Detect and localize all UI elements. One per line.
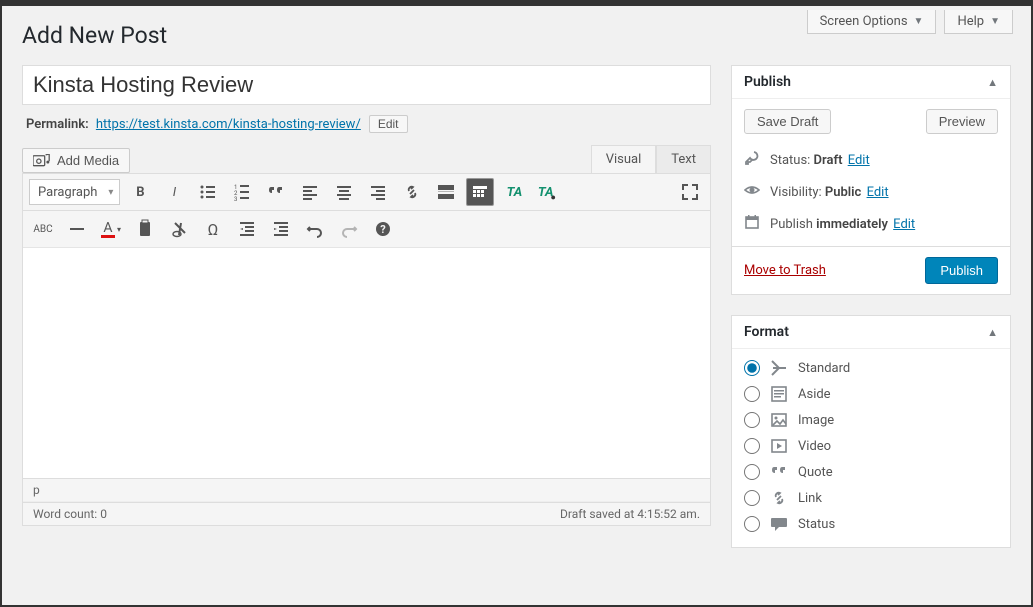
- move-to-trash-link[interactable]: Move to Trash: [744, 263, 826, 278]
- redo-button[interactable]: [335, 215, 363, 243]
- keyboard-help-button[interactable]: ?: [369, 215, 397, 243]
- text-color-button[interactable]: A▾: [97, 215, 125, 243]
- blockquote-button[interactable]: [262, 178, 290, 206]
- format-option-status[interactable]: Status: [744, 511, 998, 537]
- format-label: Aside: [798, 387, 831, 402]
- screen-options-label: Screen Options: [820, 14, 908, 29]
- format-radio-aside[interactable]: [744, 386, 760, 402]
- fullscreen-button[interactable]: [676, 178, 704, 206]
- draft-saved: Draft saved at 4:15:52 am.: [550, 503, 710, 525]
- link-button[interactable]: [398, 178, 426, 206]
- format-radio-video[interactable]: [744, 438, 760, 454]
- format-radio-image[interactable]: [744, 412, 760, 428]
- paste-text-button[interactable]: [131, 215, 159, 243]
- align-left-button[interactable]: [296, 178, 324, 206]
- calendar-icon: [744, 214, 760, 234]
- svg-text:3: 3: [234, 196, 237, 202]
- editor-path: p: [23, 479, 710, 502]
- indent-button[interactable]: [267, 215, 295, 243]
- undo-button[interactable]: [301, 215, 329, 243]
- hr-button[interactable]: [63, 215, 91, 243]
- bullet-list-button[interactable]: [194, 178, 222, 206]
- format-select[interactable]: Paragraph: [29, 179, 120, 205]
- italic-button[interactable]: I: [160, 178, 188, 206]
- visibility-edit-link[interactable]: Edit: [867, 185, 889, 200]
- format-option-image[interactable]: Image: [744, 407, 998, 433]
- format-label: Image: [798, 413, 834, 428]
- help-tab[interactable]: Help ▼: [944, 10, 1013, 34]
- format-box-title: Format: [744, 324, 789, 340]
- format-box: Format ▲ Standard Aside Image Video Quote Lin…: [731, 315, 1011, 548]
- svg-text:?: ?: [380, 223, 386, 236]
- permalink-edit-button[interactable]: Edit: [369, 115, 408, 133]
- image-icon: [770, 411, 788, 429]
- toolbar-toggle-button[interactable]: [466, 178, 494, 206]
- format-option-quote[interactable]: Quote: [744, 459, 998, 485]
- format-option-video[interactable]: Video: [744, 433, 998, 459]
- permalink-url[interactable]: https://test.kinsta.com/kinsta-hosting-r…: [96, 117, 361, 132]
- special-char-button[interactable]: Ω: [199, 215, 227, 243]
- publish-box-header[interactable]: Publish ▲: [732, 66, 1010, 99]
- format-label: Link: [798, 491, 822, 506]
- format-option-standard[interactable]: Standard: [744, 355, 998, 381]
- video-icon: [770, 437, 788, 455]
- thrive-a-plus-button[interactable]: TA●: [534, 178, 562, 206]
- standard-icon: [770, 359, 788, 377]
- add-media-label: Add Media: [57, 153, 119, 168]
- triangle-up-icon: ▲: [987, 326, 998, 339]
- preview-button[interactable]: Preview: [926, 109, 998, 134]
- format-radio-link[interactable]: [744, 490, 760, 506]
- clear-formatting-button[interactable]: [165, 215, 193, 243]
- word-count: Word count: 0: [23, 503, 117, 525]
- bold-button[interactable]: B: [126, 178, 154, 206]
- link-icon: [770, 489, 788, 507]
- align-center-button[interactable]: [330, 178, 358, 206]
- screen-options-tab[interactable]: Screen Options ▼: [807, 10, 937, 34]
- triangle-up-icon: ▲: [987, 76, 998, 89]
- editor-toolbar-row1: Paragraph B I 123 TA TA●: [23, 174, 710, 211]
- format-label: Video: [798, 439, 831, 454]
- tab-text[interactable]: Text: [656, 145, 711, 173]
- help-label: Help: [957, 14, 984, 29]
- outdent-button[interactable]: [233, 215, 261, 243]
- format-radio-standard[interactable]: [744, 360, 760, 376]
- save-draft-button[interactable]: Save Draft: [744, 109, 831, 134]
- format-option-link[interactable]: Link: [744, 485, 998, 511]
- status-edit-link[interactable]: Edit: [848, 153, 870, 168]
- format-label: Quote: [798, 465, 833, 480]
- quote-icon: [770, 463, 788, 481]
- aside-icon: [770, 385, 788, 403]
- permalink-row: Permalink: https://test.kinsta.com/kinst…: [26, 115, 711, 133]
- number-list-button[interactable]: 123: [228, 178, 256, 206]
- post-title-input[interactable]: [22, 65, 711, 105]
- camera-music-icon: [33, 154, 51, 168]
- eye-icon: [744, 182, 760, 202]
- read-more-button[interactable]: [432, 178, 460, 206]
- align-right-button[interactable]: [364, 178, 392, 206]
- format-label: Standard: [798, 361, 850, 376]
- format-option-aside[interactable]: Aside: [744, 381, 998, 407]
- chevron-down-icon: ▼: [914, 16, 924, 27]
- format-box-header[interactable]: Format ▲: [732, 316, 1010, 349]
- schedule-edit-link[interactable]: Edit: [893, 217, 915, 232]
- format-radio-quote[interactable]: [744, 464, 760, 480]
- publish-box-title: Publish: [744, 74, 791, 90]
- format-label: Status: [798, 517, 835, 532]
- strikethrough-button[interactable]: ABC: [29, 215, 57, 243]
- key-icon: [744, 150, 760, 170]
- content-editor[interactable]: [23, 248, 710, 478]
- permalink-label: Permalink:: [26, 117, 89, 132]
- chevron-down-icon: ▼: [990, 16, 1000, 27]
- add-media-button[interactable]: Add Media: [22, 148, 130, 173]
- publish-button[interactable]: Publish: [925, 257, 998, 284]
- editor-toolbar-row2: ABC A▾ Ω ?: [23, 211, 710, 248]
- format-radio-status[interactable]: [744, 516, 760, 532]
- publish-box: Publish ▲ Save Draft Preview Status: Dra…: [731, 65, 1011, 295]
- thrive-a-button[interactable]: TA: [500, 178, 528, 206]
- status-icon: [770, 515, 788, 533]
- tab-visual[interactable]: Visual: [591, 145, 657, 173]
